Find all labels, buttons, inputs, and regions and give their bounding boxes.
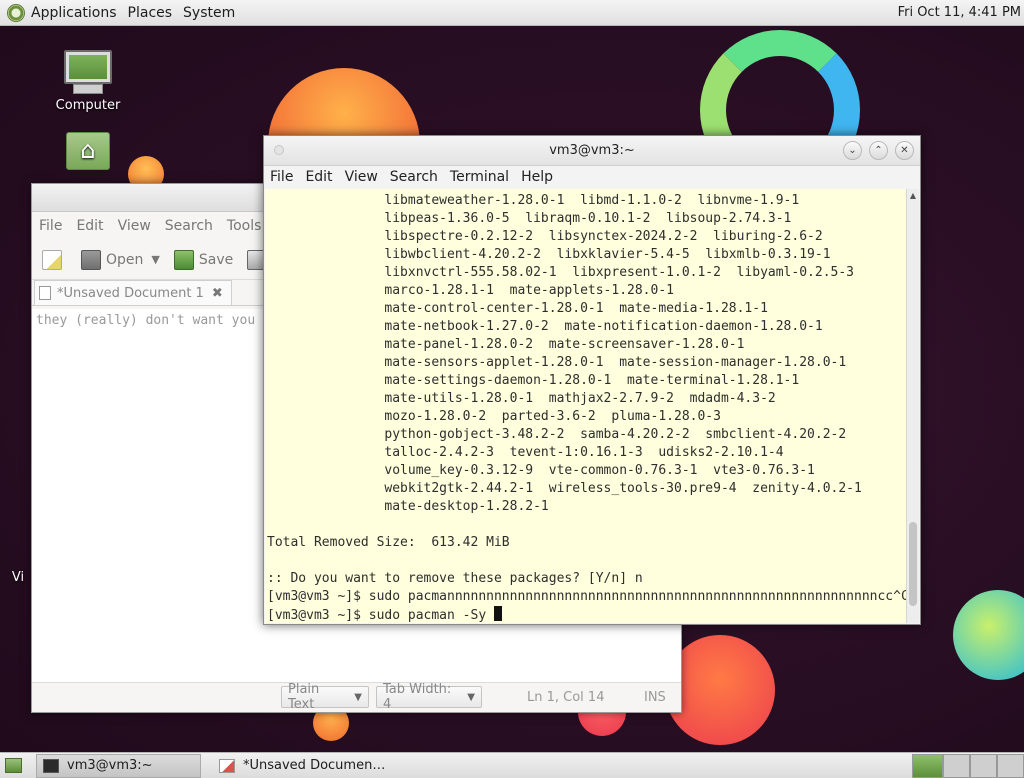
document-icon [39, 286, 51, 300]
terminal-line: python-gobject-3.48.2-2 samba-4.20.2-2 s… [267, 427, 847, 442]
terminal-line: [vm3@vm3 ~]$ sudo pacmannnnnnnnnnnnnnnnn… [267, 589, 906, 604]
bottom-panel: vm3@vm3:~ *Unsaved Documen… [0, 752, 1024, 778]
close-icon[interactable]: ✖ [212, 286, 223, 301]
wallpaper-green-circle [953, 590, 1024, 680]
save-button[interactable]: Save [173, 249, 234, 270]
cursor-position: Ln 1, Col 14 [527, 690, 605, 705]
document-tab-label: *Unsaved Document 1 [57, 285, 204, 301]
top-panel: Applications Places System Fri Oct 11, 4… [0, 0, 1024, 26]
terminal-line: libpeas-1.36.0-5 libraqm-0.10.1-2 libsou… [267, 211, 792, 226]
scroll-up-icon[interactable]: ▲ [907, 191, 919, 200]
terminal-line: volume_key-0.3.12-9 vte-common-0.76.3-1 … [267, 463, 815, 478]
text-editor-icon [219, 758, 235, 773]
pluma-menu-tools[interactable]: Tools [227, 218, 262, 234]
terminal-menubar: File Edit View Search Terminal Help [264, 166, 920, 188]
taskbar-item-pluma[interactable]: *Unsaved Documen… [213, 754, 393, 778]
workspace-1[interactable] [912, 754, 943, 778]
terminal-scrollbar[interactable]: ▲ [906, 189, 919, 623]
terminal-line: marco-1.28.1-1 mate-applets-1.28.0-1 [267, 283, 674, 298]
close-button[interactable]: ✕ [895, 141, 914, 160]
document-tab[interactable]: *Unsaved Document 1 ✖ [34, 280, 232, 305]
workspace-2[interactable] [943, 754, 970, 778]
terminal-title: vm3@vm3:~ [549, 143, 635, 158]
open-label: Open [106, 251, 144, 268]
terminal-prompt-line: [vm3@vm3 ~]$ sudo pacman -Sy [267, 606, 502, 623]
terminal-line: libxnvctrl-555.58.02-1 libxpresent-1.0.1… [267, 265, 854, 280]
terminal-menu-edit[interactable]: Edit [305, 169, 332, 185]
workspace-4[interactable] [997, 754, 1024, 778]
terminal-line: :: Do you want to remove these packages?… [267, 571, 643, 586]
terminal-line: mate-sensors-applet-1.28.0-1 mate-sessio… [267, 355, 847, 370]
syntax-select[interactable]: Plain Text ▼ [281, 682, 369, 712]
tab-width-label: Tab Width: 4 [383, 682, 452, 712]
save-label: Save [198, 251, 234, 268]
syntax-select-label: Plain Text [288, 682, 320, 712]
terminal-line: talloc-2.4.2-3 tevent-1:0.16.1-3 udisks2… [267, 445, 784, 460]
home-folder-icon [66, 132, 110, 170]
show-desktop-icon[interactable] [5, 758, 22, 773]
open-button[interactable]: Open ▼ [81, 249, 160, 270]
tab-width-select[interactable]: Tab Width: 4 ▼ [376, 682, 482, 712]
system-menu[interactable]: System [183, 5, 235, 21]
new-document-button[interactable] [42, 249, 67, 270]
terminal-line: libwbclient-4.20.2-2 libxklavier-5.4-5 l… [267, 247, 831, 262]
terminal-icon [43, 758, 59, 773]
new-document-icon [42, 249, 62, 270]
pluma-menu-search[interactable]: Search [165, 218, 213, 234]
terminal-menu-search[interactable]: Search [390, 169, 438, 185]
desktop-icon-home[interactable] [43, 132, 133, 170]
terminal-titlebar[interactable]: vm3@vm3:~ ⌄ ⌃ ✕ [264, 136, 920, 166]
terminal-line: mate-panel-1.28.0-2 mate-screensaver-1.2… [267, 337, 745, 352]
maximize-button[interactable]: ⌃ [869, 141, 888, 160]
computer-icon [64, 50, 112, 84]
terminal-line: mate-control-center-1.28.0-1 mate-media-… [267, 301, 768, 316]
pluma-menu-file[interactable]: File [39, 218, 62, 234]
minimize-button[interactable]: ⌄ [843, 141, 862, 160]
terminal-line: Total Removed Size: 613.42 MiB [267, 535, 510, 550]
workspace-switcher [912, 754, 1024, 778]
desktop-icon-computer[interactable]: Computer [43, 50, 133, 113]
window-menu-icon[interactable] [274, 145, 284, 155]
pluma-statusbar: Plain Text ▼ Tab Width: 4 ▼ Ln 1, Col 14… [32, 682, 681, 712]
applications-menu[interactable]: Applications [31, 5, 117, 21]
terminal-cursor [493, 606, 502, 621]
terminal-menu-file[interactable]: File [270, 169, 293, 185]
terminal-line: mate-utils-1.28.0-1 mathjax2-2.7.9-2 mda… [267, 391, 776, 406]
terminal-menu-terminal[interactable]: Terminal [450, 169, 509, 185]
terminal-line: mate-desktop-1.28.2-1 [267, 499, 549, 514]
pluma-menu-edit[interactable]: Edit [76, 218, 103, 234]
open-folder-icon [81, 249, 101, 270]
terminal-output[interactable]: libmateweather-1.28.0-1 libmd-1.1.0-2 li… [265, 189, 906, 623]
insert-mode: INS [644, 690, 666, 705]
editor-content: they (really) don't want you [36, 313, 256, 328]
terminal-line: mate-netbook-1.27.0-2 mate-notification-… [267, 319, 823, 334]
chevron-down-icon: ▼ [354, 691, 362, 703]
window-controls: ⌄ ⌃ ✕ [836, 141, 914, 160]
terminal-prompt-text: [vm3@vm3 ~]$ sudo pacman -Sy [267, 608, 494, 623]
terminal-window: vm3@vm3:~ ⌄ ⌃ ✕ File Edit View Search Te… [263, 135, 921, 625]
terminal-line: mozo-1.28.0-2 parted-3.6-2 pluma-1.28.0-… [267, 409, 721, 424]
taskbar-item-label: vm3@vm3:~ [67, 758, 153, 773]
desktop-icon-label: Computer [55, 98, 121, 113]
places-menu[interactable]: Places [128, 5, 173, 21]
taskbar-item-label: *Unsaved Documen… [243, 758, 386, 773]
scrollbar-thumb[interactable] [909, 522, 917, 606]
terminal-line: libmateweather-1.28.0-1 libmd-1.1.0-2 li… [267, 193, 800, 208]
terminal-line: webkit2gtk-2.44.2-1 wireless_tools-30.pr… [267, 481, 862, 496]
terminal-line: mate-settings-daemon-1.28.0-1 mate-termi… [267, 373, 800, 388]
workspace-3[interactable] [970, 754, 997, 778]
pluma-menu-view[interactable]: View [118, 218, 151, 234]
save-icon [173, 249, 194, 270]
taskbar-item-terminal[interactable]: vm3@vm3:~ [36, 753, 201, 778]
terminal-menu-help[interactable]: Help [521, 169, 553, 185]
terminal-line: libspectre-0.2.12-2 libsynctex-2024.2-2 … [267, 229, 823, 244]
mate-logo-icon[interactable] [7, 3, 25, 22]
terminal-menu-view[interactable]: View [345, 169, 378, 185]
chevron-down-icon[interactable]: ▼ [151, 253, 159, 266]
chevron-down-icon: ▼ [467, 691, 475, 703]
panel-clock[interactable]: Fri Oct 11, 4:41 PM [898, 5, 1021, 20]
